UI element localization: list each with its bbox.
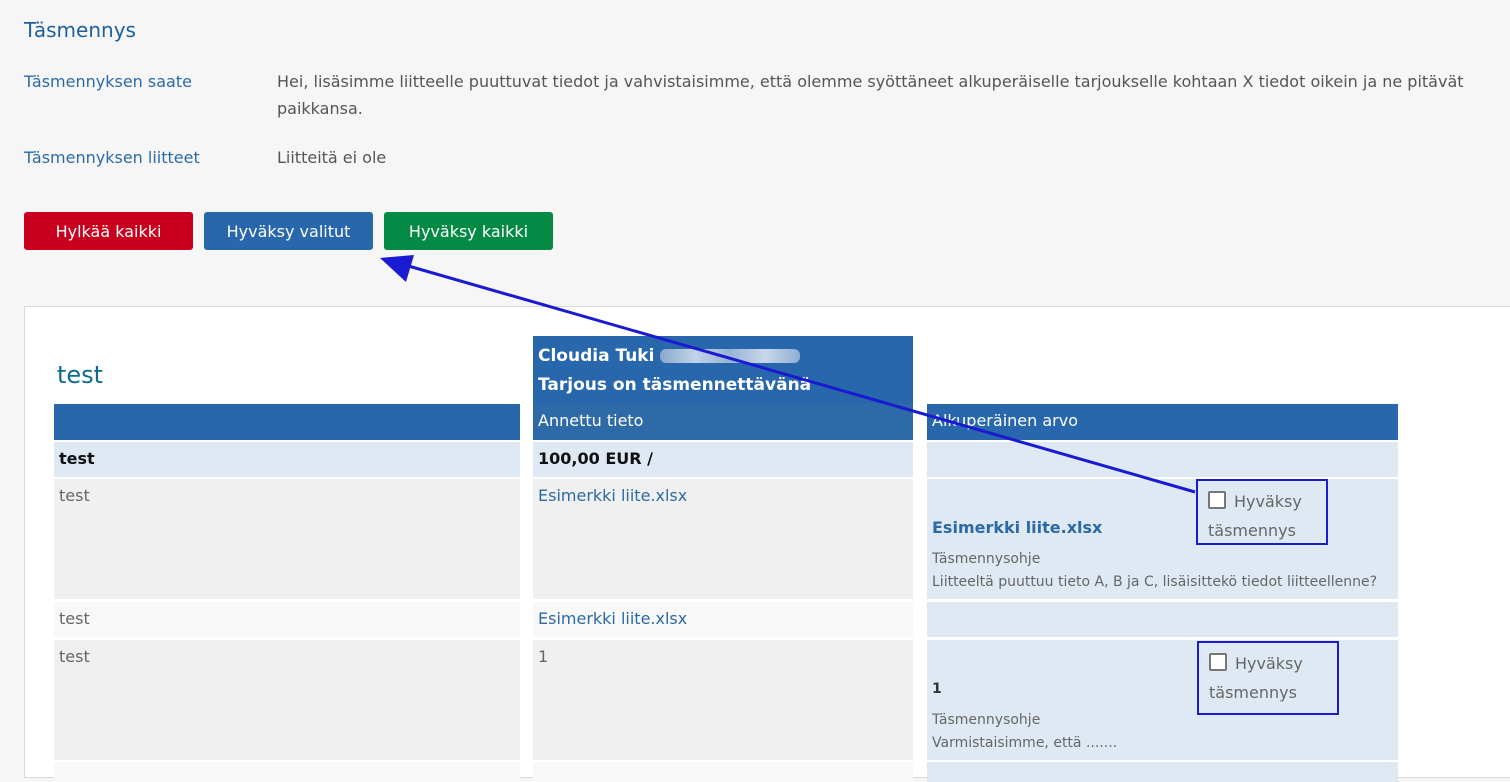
accept-clarification-checkbox[interactable]: Hyväksy täsmennys <box>1196 479 1328 545</box>
table-row-original <box>927 442 1398 477</box>
table-row-original <box>927 602 1398 637</box>
arrow-head-icon <box>380 255 414 282</box>
panel-title: test <box>57 361 104 389</box>
original-attachment-link[interactable]: Esimerkki liite.xlsx <box>932 518 1102 537</box>
ohje-text: Liitteeltä puuttuu tieto A, B ja C, lisä… <box>932 574 1378 590</box>
given-column-header: Annettu tieto <box>533 404 913 440</box>
attachment-link[interactable]: Esimerkki liite.xlsx <box>533 479 913 599</box>
original-value: 1 <box>932 681 942 697</box>
ohje-label: Täsmennysohje <box>932 551 1041 567</box>
clarification-instructions: Täsmennysohje Liitteeltä puuttuu tieto A… <box>932 548 1377 594</box>
liitteet-text: Liitteitä ei ole <box>277 148 387 167</box>
accept-clarification-checkbox[interactable]: Hyväksy täsmennys <box>1197 641 1339 715</box>
table-row-given: 1 <box>533 640 913 760</box>
table-row-label: test <box>54 602 520 637</box>
offer-status: Tarjous on täsmennettävänä <box>538 375 812 395</box>
label-column-header <box>54 404 520 440</box>
table-row-given: 100,00 EUR / <box>533 442 913 477</box>
ohje-text: Varmistaisimme, että ....... <box>932 735 1118 751</box>
liitteet-label: Täsmennyksen liitteet <box>24 148 200 167</box>
table-row-label: test <box>54 640 520 760</box>
table-row-original <box>927 762 1398 782</box>
table-row-label <box>54 762 520 782</box>
accept-all-button[interactable]: Hyväksy kaikki <box>384 212 553 250</box>
blurred-name <box>660 349 801 363</box>
attachment-link[interactable]: Esimerkki liite.xlsx <box>533 602 913 637</box>
accept-selected-button[interactable]: Hyväksy valitut <box>204 212 373 250</box>
checkbox-icon[interactable] <box>1209 653 1227 671</box>
comparison-panel: test Cloudia Tuki Tarjous on täsmennettä… <box>24 306 1510 782</box>
section-title: Täsmennys <box>24 18 136 42</box>
table-row-label: test <box>54 479 520 599</box>
supplier-name: Cloudia Tuki <box>538 346 655 366</box>
saate-text: Hei, lisäsimme liitteelle puuttuvat tied… <box>277 72 1464 118</box>
ohje-label: Täsmennysohje <box>932 712 1041 728</box>
reject-all-button[interactable]: Hylkää kaikki <box>24 212 193 250</box>
table-row-label: test <box>54 442 520 477</box>
clarification-instructions: Täsmennysohje Varmistaisimme, että .....… <box>932 709 1117 755</box>
saate-label: Täsmennyksen saate <box>24 72 192 91</box>
table-row-given <box>533 762 913 782</box>
checkbox-icon[interactable] <box>1208 491 1226 509</box>
original-column-header: Alkuperäinen arvo <box>927 404 1398 440</box>
